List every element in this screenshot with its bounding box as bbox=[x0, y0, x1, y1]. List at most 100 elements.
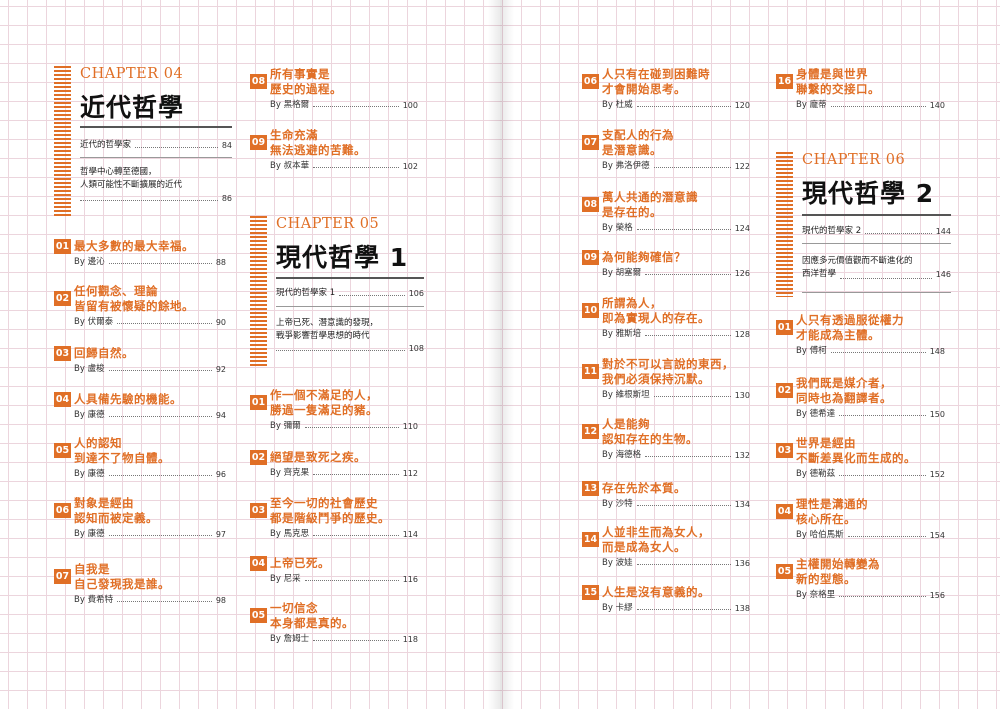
entry-number-badge: 09 bbox=[582, 250, 599, 265]
chapter-title: 近代哲學 bbox=[80, 93, 185, 122]
book-gutter bbox=[488, 0, 514, 709]
subsection-rule bbox=[802, 243, 951, 244]
page-number: 108 bbox=[408, 344, 424, 353]
entry-title-line: 最大多數的最大幸福。 bbox=[74, 239, 194, 253]
entry-author: By 尼采 bbox=[270, 574, 301, 584]
entry-author-line: By 卡繆 138 bbox=[602, 601, 750, 613]
entry-author: By 詹姆士 bbox=[270, 634, 310, 644]
leader-dots bbox=[117, 601, 212, 602]
entry-number-badge: 13 bbox=[582, 481, 599, 496]
entry-title-line: 核心所在。 bbox=[796, 512, 856, 526]
entry-title-line: 身體是與世界 bbox=[796, 67, 868, 81]
leader-dots bbox=[313, 535, 399, 536]
entry-number-badge: 04 bbox=[54, 392, 71, 407]
leader-dots bbox=[276, 350, 405, 351]
entry-author-line: By 維根斯坦 130 bbox=[602, 388, 750, 400]
chapter-rule bbox=[802, 214, 951, 216]
entry-title-line: 回歸自然。 bbox=[74, 346, 134, 360]
toc-subsection[interactable]: 現代的哲學家 1 106 bbox=[276, 286, 424, 298]
page-number: 138 bbox=[734, 604, 750, 613]
page-number: 90 bbox=[215, 318, 226, 327]
leader-dots bbox=[839, 415, 926, 416]
leader-dots bbox=[645, 274, 731, 275]
entry-author: By 彌爾 bbox=[270, 421, 301, 431]
toc-subsection[interactable]: 現代的哲學家 2 144 bbox=[802, 224, 951, 236]
leader-dots bbox=[80, 200, 218, 201]
subsection-line: 哲學中心轉至德國， bbox=[80, 167, 157, 177]
subsection-text[interactable]: 上帝已死、潛意識的發現， 戰爭影響哲學思想的時代 bbox=[276, 317, 378, 343]
entry-number-badge: 09 bbox=[250, 135, 267, 150]
entry-title-line: 不斷差異化而生成的。 bbox=[796, 451, 916, 465]
entry-author-line: By 彌爾 110 bbox=[270, 419, 418, 431]
page-number: 86 bbox=[221, 194, 232, 203]
leader-dots bbox=[636, 229, 731, 230]
leader-dots bbox=[304, 427, 399, 428]
page-number: 97 bbox=[215, 530, 226, 539]
entry-title-line: 至今一切的社會歷史 bbox=[270, 496, 378, 510]
leader-dots bbox=[645, 456, 731, 457]
page-number: 136 bbox=[734, 559, 750, 568]
page-number: 124 bbox=[734, 224, 750, 233]
entry-author-line: By 邊沁 88 bbox=[74, 255, 226, 267]
leader-dots bbox=[108, 370, 212, 371]
entry-title-line: 才會開始思考。 bbox=[602, 82, 686, 96]
entry-title-line: 到達不了物自體。 bbox=[74, 451, 170, 465]
entry-number-badge: 01 bbox=[776, 320, 793, 335]
leader-dots bbox=[313, 167, 399, 168]
leader-dots bbox=[304, 580, 399, 581]
entry-author-line: By 德希達 150 bbox=[796, 407, 945, 419]
entry-author-line: By 弗洛伊德 122 bbox=[602, 159, 750, 171]
leader-dots bbox=[108, 416, 212, 417]
page-number: 148 bbox=[929, 347, 945, 356]
subsection-title: 現代的哲學家 1 bbox=[276, 288, 336, 298]
leader-dots bbox=[636, 609, 731, 610]
page-number: 88 bbox=[215, 258, 226, 267]
entry-title-line: 上帝已死。 bbox=[270, 556, 330, 570]
page-number: 120 bbox=[734, 101, 750, 110]
entry-author-line: By 齊克果 112 bbox=[270, 466, 418, 478]
entry-author: By 邊沁 bbox=[74, 257, 105, 267]
subsection-line: 戰爭影響哲學思想的時代 bbox=[276, 331, 370, 341]
entry-author: By 德勒茲 bbox=[796, 469, 836, 479]
entry-title-line: 是潛意識。 bbox=[602, 143, 662, 157]
page-number: 130 bbox=[734, 391, 750, 400]
leader-dots bbox=[830, 352, 926, 353]
page-number: 132 bbox=[734, 451, 750, 460]
entry-number-badge: 15 bbox=[582, 585, 599, 600]
subsection-line: 西洋哲學 bbox=[802, 269, 837, 279]
leader-dots bbox=[839, 596, 926, 597]
entry-author-line: By 哈伯馬斯 154 bbox=[796, 528, 945, 540]
entry-number-badge: 03 bbox=[250, 503, 267, 518]
subsection-text[interactable]: 哲學中心轉至德國， 人類可能性不斷擴展的近代 bbox=[80, 166, 182, 192]
entry-author: By 康德 bbox=[74, 410, 105, 420]
entry-author: By 盧梭 bbox=[74, 364, 105, 374]
entry-title-line: 都是階級鬥爭的歷史。 bbox=[270, 511, 390, 525]
entry-title-line: 人生是沒有意義的。 bbox=[602, 585, 710, 599]
entry-author: By 卡繆 bbox=[602, 603, 633, 613]
leader-dots bbox=[313, 640, 399, 641]
entry-title-line: 人只有透過服從權力 bbox=[796, 313, 904, 327]
leader-dots bbox=[108, 475, 212, 476]
entry-author-line: By 叔本華 102 bbox=[270, 159, 418, 171]
subsection-line: 因應多元價值觀而不斷進化的 bbox=[802, 256, 913, 266]
entry-number-badge: 03 bbox=[54, 346, 71, 361]
entry-number-badge: 01 bbox=[250, 395, 267, 410]
entry-number-badge: 02 bbox=[250, 450, 267, 465]
leader-dots bbox=[636, 106, 731, 107]
toc-subsection[interactable]: 近代的哲學家 84 bbox=[80, 138, 232, 150]
entry-author-line: By 伏爾泰 90 bbox=[74, 315, 226, 327]
subsection-text[interactable]: 因應多元價值觀而不斷進化的 西洋哲學 146 bbox=[802, 255, 951, 281]
page-number: 112 bbox=[402, 469, 418, 478]
entry-author: By 弗洛伊德 bbox=[602, 161, 650, 171]
leader-dots bbox=[636, 564, 731, 565]
toc-subsection-page: 108 bbox=[276, 344, 424, 353]
entry-title-line: 人只有在碰到困難時 bbox=[602, 67, 710, 81]
entry-title-line: 理性是溝通的 bbox=[796, 497, 868, 511]
entry-number-badge: 04 bbox=[250, 556, 267, 571]
entry-author: By 波娃 bbox=[602, 558, 633, 568]
entry-title-line: 人的認知 bbox=[74, 436, 122, 450]
entry-number-badge: 05 bbox=[54, 443, 71, 458]
entry-author: By 傅柯 bbox=[796, 346, 827, 356]
page-number: 140 bbox=[929, 101, 945, 110]
entry-author-line: By 康德 94 bbox=[74, 408, 226, 420]
